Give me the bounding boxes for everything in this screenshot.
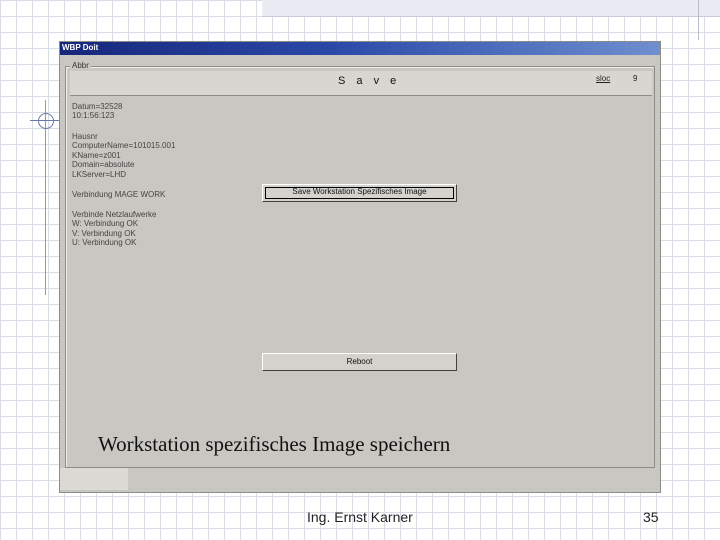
info-line-drive-w: W: Verbindung OK bbox=[72, 219, 139, 228]
slide-caption: Workstation spezifisches Image speichern bbox=[98, 432, 451, 456]
info-line-time: 10:1:56:123 bbox=[72, 111, 115, 120]
info-line-house: Hausnr bbox=[72, 132, 98, 141]
top-decoration-line bbox=[698, 0, 699, 40]
footer-author: Ing. Ernst Karner bbox=[307, 509, 413, 525]
info-line-computer-name: ComputerName=101015.001 bbox=[72, 141, 176, 150]
group-label: Abbr bbox=[70, 61, 91, 70]
group-frame bbox=[65, 66, 655, 468]
application-window: WBP Doit Abbr S a v e sloc 9 Datum=32528… bbox=[60, 42, 660, 492]
info-line-server: LKServer=LHD bbox=[72, 170, 127, 179]
info-line-kname: KName=z001 bbox=[72, 151, 121, 160]
header-panel: S a v e sloc 9 bbox=[70, 71, 652, 96]
top-decoration-band bbox=[262, 0, 720, 17]
window-corner-block bbox=[60, 468, 128, 490]
window-title: WBP Doit bbox=[62, 43, 99, 52]
save-image-button[interactable]: Save Workstation Spezifisches Image bbox=[262, 184, 457, 202]
footer-page-number: 35 bbox=[643, 509, 659, 525]
info-line-date: Datum=32528 bbox=[72, 102, 123, 111]
info-line-domain: Domain=absolute bbox=[72, 160, 135, 169]
header-link[interactable]: sloc bbox=[596, 74, 610, 83]
info-line-connection: Verbindung MAGE WORK bbox=[72, 190, 166, 199]
header-title: S a v e bbox=[338, 75, 401, 87]
info-line-drive-v: V: Verbindung OK bbox=[72, 229, 136, 238]
slide-decoration-circle bbox=[38, 113, 54, 129]
info-line-drive-u: U: Verbindung OK bbox=[72, 238, 137, 247]
header-value: 9 bbox=[633, 74, 638, 83]
window-titlebar: WBP Doit bbox=[60, 42, 660, 55]
info-line-network-drives: Verbinde Netzlaufwerke bbox=[72, 210, 157, 219]
slide-decoration-vertical-line bbox=[45, 100, 46, 295]
reboot-button[interactable]: Reboot bbox=[262, 353, 457, 371]
